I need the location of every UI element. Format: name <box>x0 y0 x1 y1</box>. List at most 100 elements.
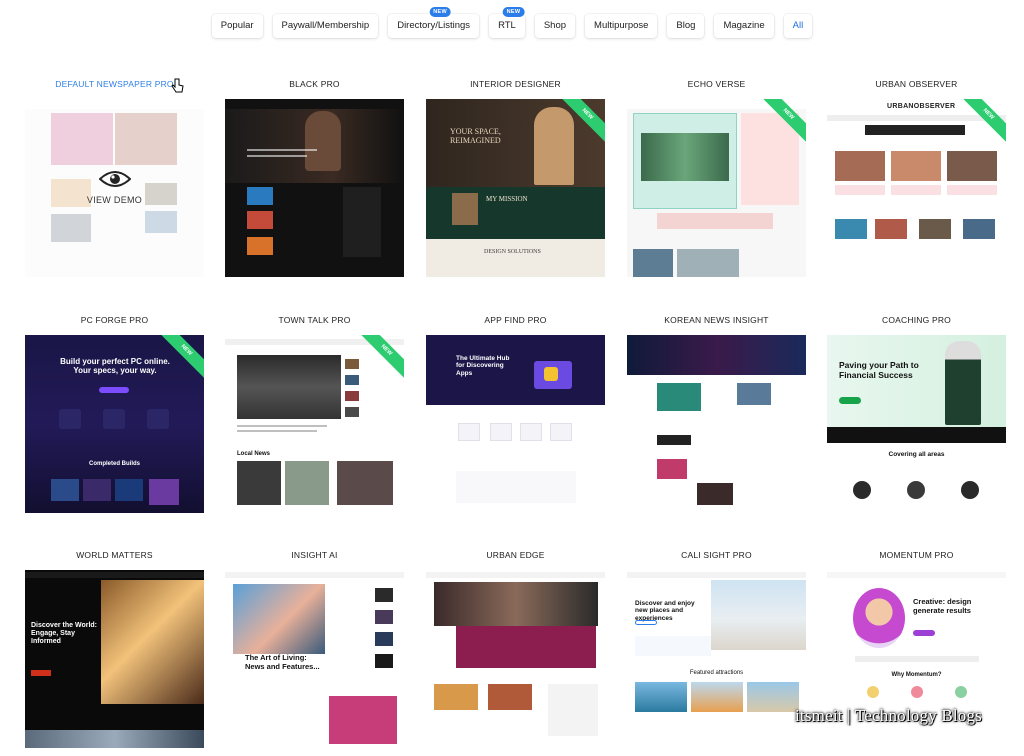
mock-sidebar <box>343 187 381 257</box>
mock-like-icon <box>544 367 558 381</box>
mock-feature-banner <box>456 626 596 668</box>
mock-image <box>83 479 111 501</box>
demo-title[interactable]: INSIGHT AI <box>225 550 404 560</box>
demo-thumbnail[interactable] <box>627 335 806 513</box>
demo-thumbnail[interactable]: Build your perfect PC online. Your specs… <box>25 335 204 513</box>
mock-avatar <box>961 481 979 499</box>
mock-feature-icon <box>103 409 125 429</box>
mock-nav <box>627 572 806 578</box>
mock-image <box>452 193 478 225</box>
mission-heading: MY MISSION <box>486 195 528 203</box>
demo-title[interactable]: URBAN OBSERVER <box>827 79 1006 89</box>
demo-title[interactable]: CALI SIGHT PRO <box>627 550 806 560</box>
mock-image <box>285 461 329 505</box>
mock-cta <box>99 387 129 393</box>
demo-thumbnail[interactable] <box>426 570 605 748</box>
hero-heading: Creative: design generate results <box>913 597 972 615</box>
mock-cta <box>635 620 657 625</box>
demo-title[interactable]: INTERIOR DESIGNER <box>426 79 605 89</box>
demo-thumbnail[interactable]: Local News NEW <box>225 335 404 513</box>
mock-image <box>375 610 393 624</box>
mock-feature-icon <box>911 686 923 698</box>
demo-title[interactable]: MOMENTUM PRO <box>827 550 1006 560</box>
mock-hero-image <box>711 580 806 650</box>
mock-feature-icon <box>955 686 967 698</box>
demo-title[interactable]: PC FORGE PRO <box>25 315 204 325</box>
mock-text <box>237 425 327 427</box>
demo-thumbnail[interactable]: Discover and enjoy new places and experi… <box>627 570 806 748</box>
view-demo-label[interactable]: VIEW DEMO <box>25 195 204 205</box>
mock-image <box>963 219 995 239</box>
mock-category <box>458 423 480 441</box>
watermark: itsmeit | Technology Blogs <box>794 706 982 725</box>
mock-image <box>947 151 997 181</box>
hero-heading: YOUR SPACE, REIMAGINED <box>450 127 501 146</box>
mock-image <box>737 383 771 405</box>
mock-caption <box>891 185 941 195</box>
demo-thumbnail[interactable]: Discover the World: Engage, Stay Informe… <box>25 570 204 748</box>
mock-image <box>247 237 273 255</box>
mock-portrait <box>853 588 905 648</box>
demo-title[interactable]: APP FIND PRO <box>426 315 605 325</box>
demo-title[interactable]: COACHING PRO <box>827 315 1006 325</box>
mock-nav <box>827 115 1006 121</box>
section-heading: Local News <box>237 451 271 457</box>
mock-image <box>375 632 393 646</box>
mock-portrait <box>945 341 981 425</box>
mock-image <box>835 219 867 239</box>
mock-image <box>835 151 885 181</box>
demo-thumbnail[interactable]: NEW <box>627 99 806 277</box>
mock-avatar <box>853 481 871 499</box>
mock-image <box>633 249 673 277</box>
mock-image <box>691 682 743 712</box>
demo-title[interactable]: TOWN TALK PRO <box>225 315 404 325</box>
mock-image <box>488 684 532 710</box>
section-heading: Completed Builds <box>88 461 140 467</box>
mock-logo-strip <box>855 656 979 662</box>
demo-title[interactable]: BLACK PRO <box>225 79 404 89</box>
mock-sidebar <box>548 684 598 736</box>
mock-label <box>657 435 691 445</box>
mock-category <box>550 423 572 441</box>
section-heading: Featured attractions <box>689 670 744 676</box>
demo-title[interactable]: KOREAN NEWS INSIGHT <box>627 315 806 325</box>
demo-title[interactable]: ECHO VERSE <box>627 79 806 89</box>
mock-hero-image <box>237 355 341 419</box>
demo-thumbnail[interactable]: Paving your Path to Financial Success Co… <box>827 335 1006 513</box>
mock-title-bar <box>865 125 965 135</box>
demo-title[interactable]: WORLD MATTERS <box>25 550 204 560</box>
demo-thumbnail[interactable]: The Ultimate Hub for Discovering Apps <box>426 335 605 513</box>
demo-thumbnail[interactable]: URBANOBSERVER NEW <box>827 99 1006 277</box>
demo-thumbnail[interactable]: VIEW DEMO <box>25 99 204 277</box>
mock-image <box>657 459 687 479</box>
mock-image <box>747 682 799 712</box>
mock-nav <box>25 572 204 578</box>
mock-image <box>434 684 478 710</box>
hero-heading: The Art of Living: News and Features... <box>245 653 320 671</box>
hero-heading: Paving your Path to Financial Success <box>839 360 919 380</box>
mock-search-panel <box>635 636 711 656</box>
demo-thumbnail[interactable]: The Art of Living: News and Features... <box>225 570 404 748</box>
mock-hero-image <box>233 584 325 654</box>
mock-app-list <box>456 471 576 503</box>
demo-thumbnail[interactable] <box>225 99 404 277</box>
mock-image <box>237 461 281 505</box>
demo-title[interactable]: URBAN EDGE <box>426 550 605 560</box>
mock-image <box>345 407 359 417</box>
mock-caption <box>835 185 885 195</box>
mock-image <box>115 479 143 501</box>
mock-feature-icon <box>59 409 81 429</box>
mock-image <box>247 187 273 205</box>
mock-hero-image <box>101 580 204 704</box>
demo-thumbnail[interactable]: YOUR SPACE, REIMAGINED MY MISSION DESIGN… <box>426 99 605 277</box>
mock-cta <box>31 670 51 676</box>
mock-stats-bar <box>827 427 1006 443</box>
mock-cta <box>839 397 861 404</box>
mock-cta <box>913 630 935 636</box>
mock-nav <box>225 572 404 578</box>
mock-feature-icon <box>867 686 879 698</box>
mock-text <box>247 155 307 157</box>
hero-heading: The Ultimate Hub for Discovering Apps <box>456 355 510 377</box>
hero-heading: Discover the World: Engage, Stay Informe… <box>31 622 97 646</box>
mock-text <box>237 430 317 432</box>
